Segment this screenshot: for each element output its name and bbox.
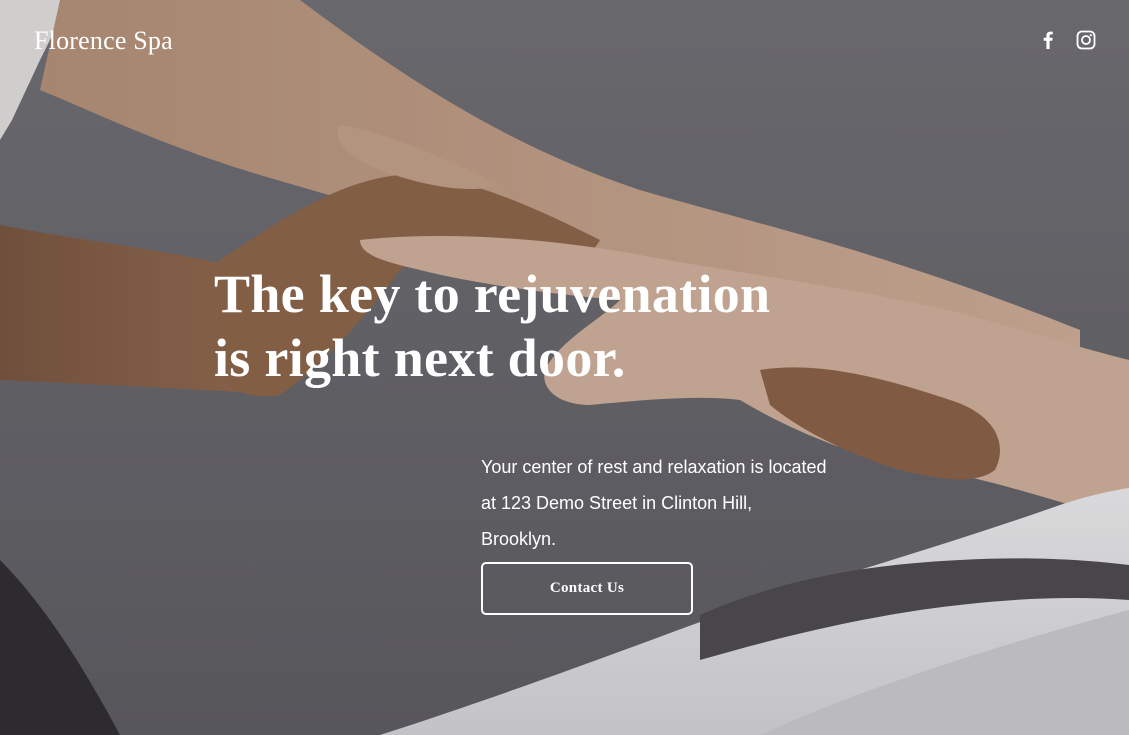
- intro-line: Brooklyn.: [481, 529, 557, 549]
- instagram-link[interactable]: [1076, 29, 1096, 51]
- contact-us-button[interactable]: Contact Us: [481, 562, 693, 615]
- hero-headline-line: The key to rejuvenation: [214, 264, 771, 324]
- social-links: [1038, 29, 1096, 51]
- hero-headline: The key to rejuvenation is right next do…: [214, 262, 894, 390]
- instagram-icon: [1076, 30, 1096, 50]
- intro-line: Your center of rest and relaxation is lo…: [481, 457, 827, 477]
- facebook-link[interactable]: [1038, 29, 1058, 51]
- intro-line: at 123 Demo Street in Clinton Hill,: [481, 493, 753, 513]
- brand-logo[interactable]: Florence Spa: [34, 26, 173, 56]
- hero-intro-text: Your center of rest and relaxation is lo…: [481, 449, 881, 557]
- hero-headline-line: is right next door.: [214, 328, 626, 388]
- facebook-icon: [1043, 31, 1053, 49]
